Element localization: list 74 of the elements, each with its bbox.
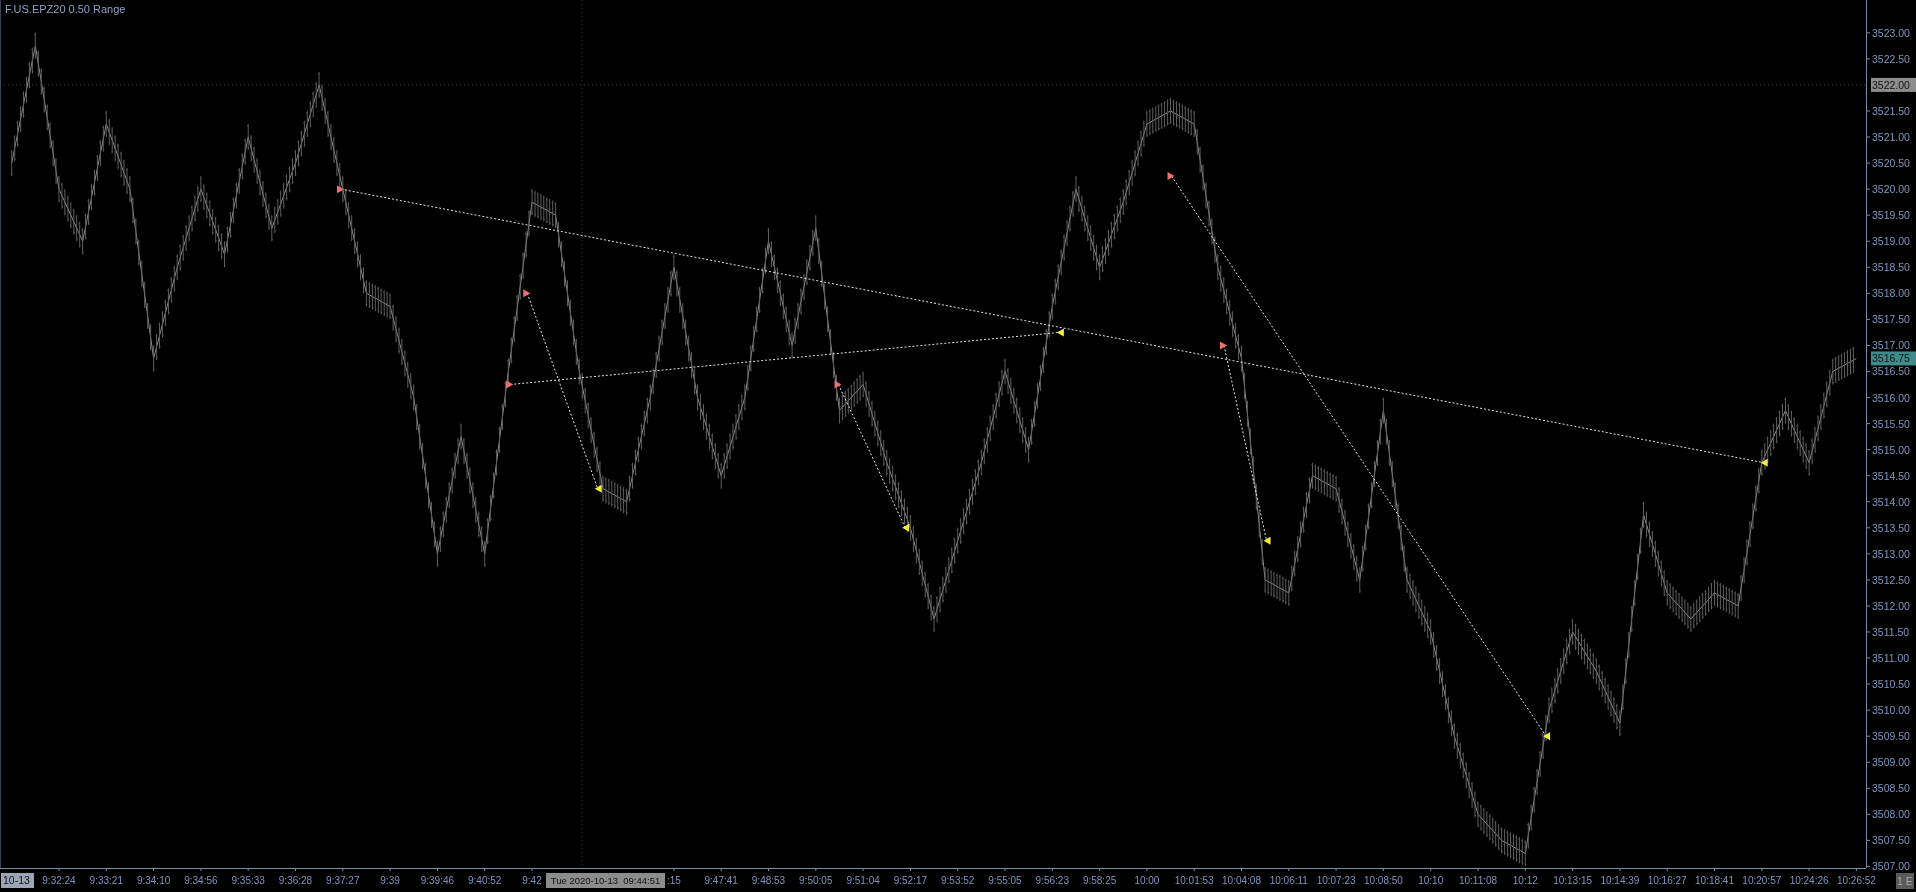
- time-label: 9:52:17: [893, 875, 928, 886]
- time-label: 9:36:28: [278, 875, 313, 886]
- time-label: 10:26:52: [1836, 875, 1876, 886]
- price-label: 3516.00: [1872, 391, 1910, 404]
- price-label: 3509.00: [1872, 756, 1910, 769]
- price-label: 3515.00: [1872, 443, 1910, 456]
- price-label: 3518.50: [1872, 261, 1910, 274]
- time-label: 10:14:39: [1600, 875, 1640, 886]
- price-label: 3508.00: [1872, 808, 1910, 821]
- price-label: 3520.00: [1872, 183, 1910, 196]
- time-label: 10:18:41: [1695, 875, 1734, 886]
- price-label: 3520.50: [1872, 157, 1910, 170]
- price-label: 3517.00: [1872, 339, 1910, 352]
- price-label: 3515.50: [1872, 417, 1910, 430]
- crosshair-time-label: Tue 2020-10-13 09:44:51: [546, 873, 665, 888]
- price-label: 3511.00: [1872, 652, 1910, 665]
- price-label: 3521.00: [1872, 131, 1910, 144]
- date-label: 10-13: [1, 873, 34, 888]
- time-label: 9:42: [522, 875, 542, 886]
- chart-title: F.US.EPZ20 0.50 Range: [5, 3, 126, 15]
- price-label: 3510.50: [1872, 678, 1910, 691]
- price-label: 3519.50: [1872, 209, 1910, 222]
- time-label: 9:35:33: [231, 875, 265, 886]
- time-label: 10:13:15: [1553, 875, 1593, 886]
- price-label: 3521.50: [1872, 104, 1910, 117]
- time-label: 9:37:27: [326, 875, 360, 886]
- price-label: 3516.50: [1872, 365, 1910, 378]
- time-label: 9:33:21: [89, 875, 123, 886]
- time-label: 9:51:04: [846, 875, 880, 886]
- time-label: 9:39:46: [420, 875, 455, 886]
- price-label: 3509.50: [1872, 730, 1910, 743]
- time-label: 9:55:05: [988, 875, 1022, 886]
- time-label: 9:58:25: [1082, 875, 1117, 886]
- price-label: 3517.50: [1872, 313, 1910, 326]
- time-label: 9:34:56: [184, 875, 218, 886]
- price-label: 3507.00: [1872, 860, 1910, 873]
- price-label: 3523.00: [1872, 26, 1910, 39]
- time-label: :15: [666, 875, 681, 886]
- time-label: 10:04:08: [1222, 875, 1261, 886]
- time-label: 10:10: [1418, 875, 1444, 886]
- corner-button[interactable]: 1 E: [1896, 873, 1914, 889]
- price-label: 3522.50: [1872, 52, 1910, 65]
- time-label: 10:01:53: [1174, 875, 1214, 886]
- price-label: 3512.00: [1872, 599, 1910, 612]
- time-label: 10:06:11: [1269, 875, 1308, 886]
- price-label: 3514.50: [1872, 469, 1910, 482]
- time-label: 9:50:05: [799, 875, 833, 886]
- price-label: 3519.00: [1872, 235, 1910, 248]
- time-label: 9:53:52: [941, 875, 975, 886]
- price-label: 3513.50: [1872, 521, 1910, 534]
- price-label: 3508.50: [1872, 782, 1910, 795]
- time-label: 10:16:27: [1647, 875, 1687, 886]
- price-label: 3507.50: [1872, 834, 1910, 847]
- time-label: 10:00: [1134, 875, 1160, 886]
- last-price-label: 3516.75: [1871, 351, 1916, 366]
- time-label: 9:48:53: [751, 875, 786, 886]
- price-label: 3518.00: [1872, 287, 1910, 300]
- price-label: 3510.00: [1872, 704, 1910, 717]
- price-label: 3514.00: [1872, 495, 1910, 508]
- time-label: 9:56:23: [1035, 875, 1069, 886]
- time-label: 10:20:57: [1742, 875, 1782, 886]
- time-label: 10:08:50: [1363, 875, 1403, 886]
- time-label: 9:40:52: [468, 875, 502, 886]
- time-label: 9:34:10: [136, 875, 171, 886]
- time-label: 9:32:24: [42, 875, 76, 886]
- time-label: 10:07:23: [1316, 875, 1356, 886]
- time-label: 10:24:26: [1789, 875, 1829, 886]
- time-label: 9:39: [380, 875, 400, 886]
- time-label: 10:11:08: [1458, 875, 1498, 886]
- price-label: 3511.50: [1872, 626, 1910, 638]
- time-label: 9:47:41: [704, 875, 738, 886]
- price-label: 3513.00: [1872, 547, 1910, 560]
- price-label: 3512.50: [1872, 573, 1910, 586]
- time-label: 10:12: [1512, 875, 1538, 886]
